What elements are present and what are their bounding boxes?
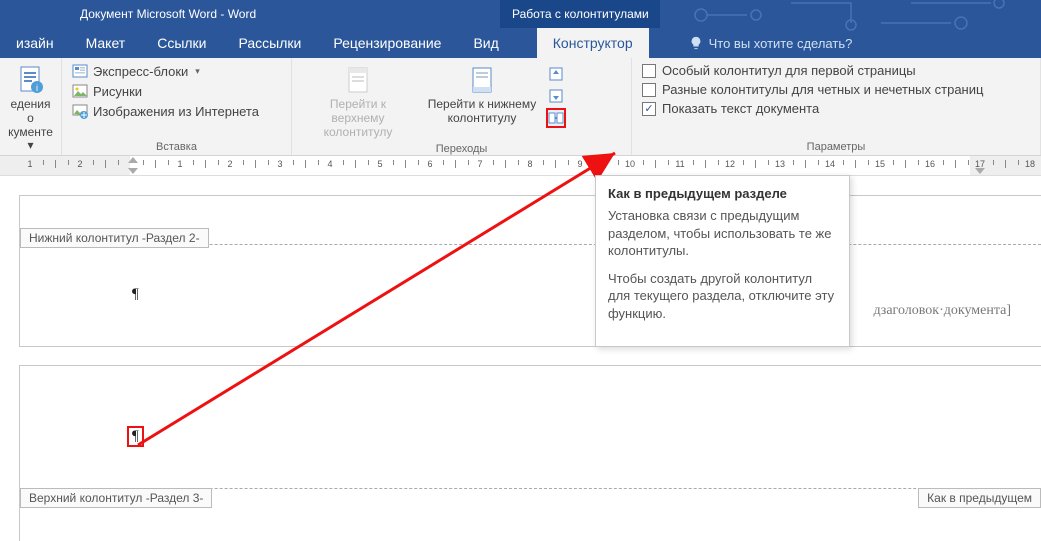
next-section-button[interactable] <box>546 86 566 106</box>
group-options: Особый колонтитул для первой страницы Ра… <box>632 58 1041 155</box>
horizontal-ruler[interactable]: 2112345678910111213141516171819 <box>0 156 1041 176</box>
checkbox-icon <box>642 64 656 78</box>
group-insert: Экспресс-блоки▾ Рисунки Изображения из И… <box>62 58 292 155</box>
online-pictures-button[interactable]: Изображения из Интернета <box>68 102 263 120</box>
tell-me-text: Что вы хотите сделать? <box>709 36 853 51</box>
document-info-icon: i <box>15 64 47 96</box>
different-first-page-checkbox[interactable]: Особый колонтитул для первой страницы <box>638 62 987 79</box>
hanging-indent-marker[interactable] <box>128 168 138 174</box>
group-navigation: Перейти к верхнему колонтитулу Перейти к… <box>292 58 632 155</box>
ribbon: i едения окументе ▾ Экспресс-блоки▾ Рису… <box>0 58 1041 156</box>
different-odd-even-checkbox[interactable]: Разные колонтитулы для четных и нечетных… <box>638 81 987 98</box>
goto-header-icon <box>342 64 374 96</box>
quick-parts-button[interactable]: Экспресс-блоки▾ <box>68 62 263 80</box>
link-to-previous-tooltip: Как в предыдущем разделе Установка связи… <box>595 175 850 347</box>
pictures-icon <box>72 83 88 99</box>
nav-mini-buttons <box>546 62 566 128</box>
tooltip-body-2: Чтобы создать другой колонтитул для теку… <box>608 270 837 323</box>
tab-references[interactable]: Ссылки <box>141 28 222 58</box>
link-to-previous-button[interactable] <box>546 108 566 128</box>
show-document-text-checkbox[interactable]: ✓Показать текст документа <box>638 100 987 117</box>
previous-section-button[interactable] <box>546 64 566 84</box>
group-navigation-label: Переходы <box>298 141 625 157</box>
page-1[interactable]: Нижний колонтитул -Раздел 2- ¶ дзаголово… <box>20 196 1041 346</box>
tab-layout[interactable]: Макет <box>70 28 142 58</box>
tooltip-title: Как в предыдущем разделе <box>608 186 837 201</box>
tab-mailings[interactable]: Рассылки <box>223 28 318 58</box>
goto-footer-button[interactable]: Перейти к нижнему колонтитулу <box>422 62 542 128</box>
titlebar-decor <box>660 0 1041 28</box>
group-options-label: Параметры <box>638 139 1034 155</box>
online-pictures-icon <box>72 103 88 119</box>
window-title: Документ Microsoft Word - Word <box>80 7 256 21</box>
document-area: Нижний колонтитул -Раздел 2- ¶ дзаголово… <box>0 176 1041 541</box>
contextual-tab-label: Работа с колонтитулами <box>500 0 661 28</box>
footer-section-tag: Нижний колонтитул -Раздел 2- <box>20 228 209 248</box>
quick-parts-icon <box>72 63 88 79</box>
same-as-previous-tag: Как в предыдущем <box>918 488 1041 508</box>
tooltip-body-1: Установка связи с предыдущим разделом, ч… <box>608 207 837 260</box>
paragraph-mark: ¶ <box>132 286 139 303</box>
tab-view[interactable]: Вид <box>457 28 514 58</box>
header-placeholder-text: дзаголовок·документа] <box>874 303 1011 319</box>
checkbox-icon <box>642 83 656 97</box>
group-insert-label: Вставка <box>68 139 285 155</box>
page-2[interactable]: ¶ Верхний колонтитул -Раздел 3- Как в пр… <box>20 366 1041 541</box>
checkbox-checked-icon: ✓ <box>642 102 656 116</box>
tab-design[interactable]: изайн <box>0 28 70 58</box>
svg-text:i: i <box>36 83 38 93</box>
tab-review[interactable]: Рецензирование <box>317 28 457 58</box>
header-section-tag: Верхний колонтитул -Раздел 3- <box>20 488 212 508</box>
group-docinfo: i едения окументе ▾ <box>0 58 62 155</box>
paragraph-mark-highlighted: ¶ <box>127 426 144 447</box>
tab-constructor[interactable]: Конструктор <box>537 28 649 58</box>
lightbulb-icon <box>689 36 703 50</box>
goto-footer-icon <box>466 64 498 96</box>
first-line-indent-marker[interactable] <box>128 157 138 163</box>
pictures-button[interactable]: Рисунки <box>68 82 263 100</box>
document-info-button[interactable]: i едения окументе ▾ <box>4 62 58 155</box>
goto-header-button[interactable]: Перейти к верхнему колонтитулу <box>298 62 418 141</box>
